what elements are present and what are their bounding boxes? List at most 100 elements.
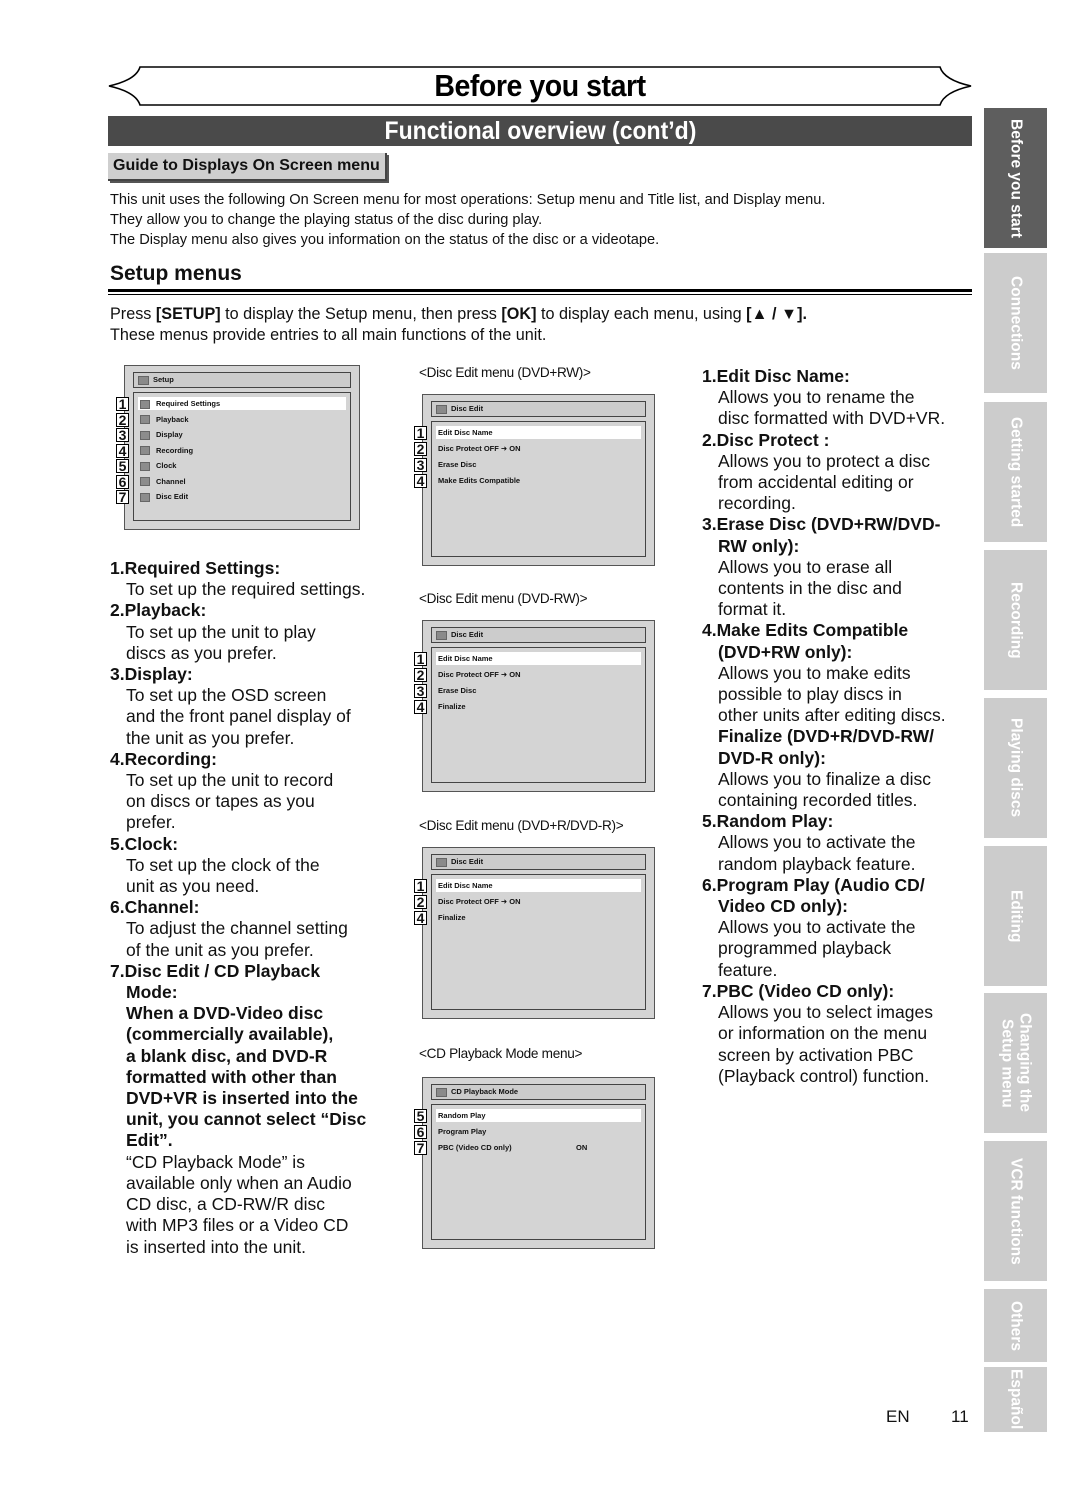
- item-number-badge: 6: [116, 474, 129, 489]
- description-text: available only when an Audio: [126, 1172, 352, 1193]
- description-text: Allows you to activate the: [718, 917, 916, 938]
- description-text: discs as you prefer.: [126, 642, 277, 663]
- description-text: random playback feature.: [718, 853, 916, 874]
- description-text: the unit as you prefer.: [126, 727, 295, 748]
- description-text: on discs or tapes as you: [126, 791, 315, 812]
- wrench-icon: [140, 399, 150, 409]
- osd-item-label: Disc Protect OFF ➜ ON: [438, 444, 521, 453]
- description-text: (Playback control) function.: [718, 1065, 930, 1086]
- side-tab[interactable]: Others: [984, 1289, 1047, 1362]
- osd-body: Edit Disc Name Disc Protect OFF ➜ ON Final…: [431, 874, 646, 1010]
- description-text: other units after editing discs.: [718, 705, 946, 726]
- item-number-badge: 4: [414, 474, 427, 488]
- item-number-badge: 2: [414, 442, 427, 456]
- osd-menu-item[interactable]: Finalize: [436, 911, 641, 924]
- side-tab[interactable]: Editing: [984, 846, 1047, 986]
- osd-menu-item[interactable]: Program Play: [436, 1125, 641, 1138]
- item-number-badge: 6: [414, 1125, 427, 1139]
- side-tab[interactable]: Getting started: [984, 402, 1047, 542]
- osd-menu-item[interactable]: Required Settings: [138, 397, 346, 410]
- osd-menu-item[interactable]: Disc Edit: [138, 490, 346, 503]
- side-tab[interactable]: Changing the Setup menu: [984, 993, 1047, 1133]
- description-text: Allows you to erase all: [718, 556, 893, 577]
- osd-item-label: Edit Disc Name: [438, 881, 493, 890]
- osd-menu-item[interactable]: Make Edits Compatible: [436, 474, 641, 487]
- description-text: To set up the required settings.: [126, 579, 366, 600]
- osd-body: Edit Disc Name Disc Protect OFF ➜ ON Erase…: [431, 421, 646, 557]
- description-heading: 6.Program Play (Audio CD/: [702, 874, 925, 895]
- osd-menu-item[interactable]: Edit Disc Name: [436, 879, 641, 892]
- osd-item-label: Edit Disc Name: [438, 654, 493, 663]
- osd-title-text: Setup: [153, 375, 174, 384]
- description-heading: 1.Edit Disc Name:: [702, 366, 850, 386]
- description-heading: 2.Disc Protect :: [702, 429, 830, 450]
- press-text: Press: [110, 305, 156, 323]
- item-number-badge: 4: [414, 911, 427, 925]
- osd-menu-item[interactable]: Clock: [138, 459, 346, 472]
- side-tab-label: Connections: [1007, 276, 1025, 370]
- osd-menu-item[interactable]: Playback: [138, 413, 346, 426]
- intro-line-1: This unit uses the following On Screen m…: [110, 192, 826, 208]
- section-title: Functional overview (cont’d): [384, 117, 696, 145]
- disc-icon: [436, 630, 447, 640]
- description-heading: RW only):: [718, 535, 800, 556]
- description-heading: (commercially available),: [126, 1024, 334, 1045]
- osd-menu-item[interactable]: Recording: [138, 444, 346, 457]
- description-text: Allows you to select images: [718, 1002, 933, 1023]
- description-heading: 4.Recording:: [110, 748, 217, 769]
- osd-menu-item[interactable]: Channel: [138, 475, 346, 488]
- osd-menu-item[interactable]: PBC (Video CD only) ON: [436, 1141, 641, 1154]
- guide-heading: Guide to Displays On Screen menu: [108, 153, 387, 181]
- osd-menu-item[interactable]: Random Play: [436, 1109, 641, 1122]
- intro-line-2: They allow you to change the playing sta…: [110, 212, 543, 228]
- osd-menu-item[interactable]: Disc Protect OFF ➜ ON: [436, 668, 641, 681]
- cd-playback-mode-screen: CD Playback Mode Random Play Program Play…: [422, 1077, 655, 1249]
- osd-menu-item[interactable]: Erase Disc: [436, 684, 641, 697]
- page-banner: Before you start: [108, 66, 972, 106]
- description-text: and the front panel display of: [126, 706, 351, 727]
- side-tab[interactable]: Español: [984, 1367, 1047, 1432]
- osd-item-label: PBC (Video CD only): [438, 1143, 512, 1152]
- clock-icon: [140, 461, 150, 471]
- osd-item-label: Required Settings: [156, 399, 221, 408]
- description-heading: unit, you cannot select “Disc: [126, 1109, 367, 1130]
- description-heading: Edit”.: [126, 1130, 173, 1151]
- caption-disc-edit-minus-rw: <Disc Edit menu (DVD-RW)>: [419, 591, 588, 606]
- side-tab[interactable]: Before you start: [984, 108, 1047, 248]
- side-tab[interactable]: Playing discs: [984, 698, 1047, 838]
- description-heading: (DVD+RW only):: [718, 641, 853, 662]
- description-text: contents in the disc and: [718, 578, 902, 599]
- side-tab[interactable]: Recording: [984, 550, 1047, 690]
- ok-key: [OK]: [501, 305, 537, 323]
- side-tab[interactable]: Connections: [984, 253, 1047, 393]
- caption-cd-playback: <CD Playback Mode menu>: [419, 1046, 583, 1061]
- osd-menu-item[interactable]: Display: [138, 428, 346, 441]
- osd-menu-item[interactable]: Edit Disc Name: [436, 426, 641, 439]
- side-tab[interactable]: VCR functions: [984, 1141, 1047, 1281]
- description-heading: When a DVD-Video disc: [126, 1003, 324, 1024]
- osd-item-label: Finalize: [438, 702, 466, 711]
- osd-body: Required Settings Playback Display Recordin…: [133, 392, 351, 521]
- description-heading: 2.Playback:: [110, 600, 207, 621]
- osd-menu-item[interactable]: Finalize: [436, 700, 641, 713]
- section-title-bar: Functional overview (cont’d): [108, 116, 972, 146]
- description-heading: 3.Erase Disc (DVD+RW/DVD-: [702, 514, 941, 535]
- side-tab-label: Recording: [1007, 581, 1025, 659]
- caption-disc-edit-r: <Disc Edit menu (DVD+R/DVD-R)>: [419, 818, 624, 833]
- description-text: containing recorded titles.: [718, 790, 918, 811]
- osd-menu-item[interactable]: Disc Protect OFF ➜ ON: [436, 895, 641, 908]
- description-heading: 6.Channel:: [110, 897, 200, 918]
- osd-menu-item[interactable]: Edit Disc Name: [436, 652, 641, 665]
- description-text: format it.: [718, 599, 787, 620]
- item-number-badge: 7: [116, 490, 129, 504]
- osd-body: Edit Disc Name Disc Protect OFF ➜ ON Erase…: [431, 647, 646, 783]
- right-descriptions: 1.Edit Disc Name: Allows you to rename th…: [702, 366, 982, 1087]
- osd-menu-item[interactable]: Erase Disc: [436, 458, 641, 471]
- left-descriptions: 1.Required Settings: To set up the requir…: [110, 558, 400, 1258]
- disc-icon: [140, 492, 150, 502]
- osd-menu-item[interactable]: Disc Protect OFF ➜ ON: [436, 442, 641, 455]
- item-number-badge: 3: [414, 458, 427, 472]
- page-title: Before you start: [434, 68, 646, 103]
- description-heading: 7.Disc Edit / CD Playback: [110, 960, 321, 981]
- description-heading: Finalize (DVD+R/DVD-RW/: [718, 726, 935, 747]
